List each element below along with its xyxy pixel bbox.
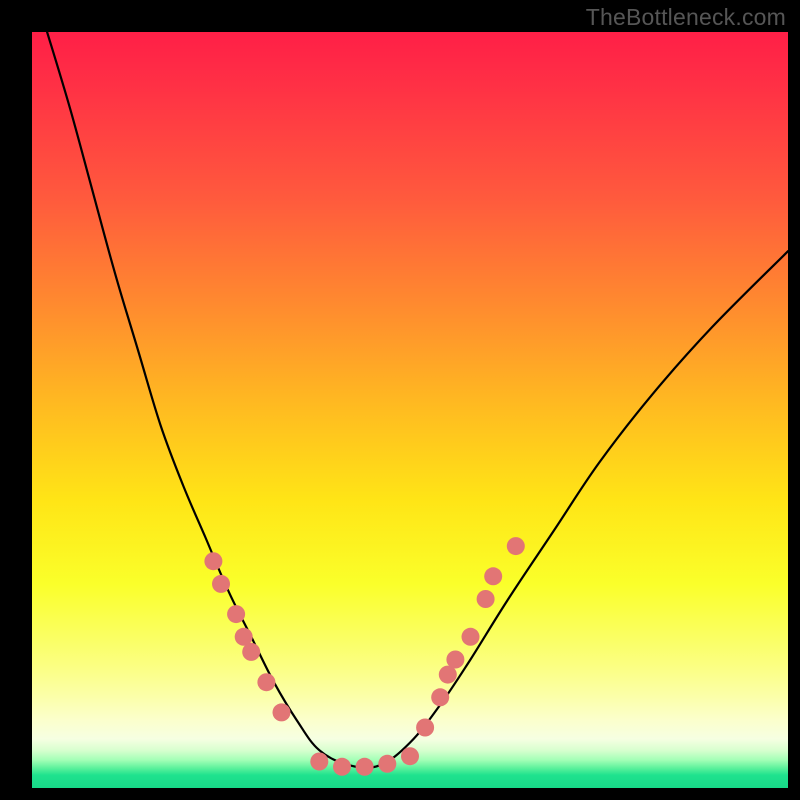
data-marker	[378, 755, 396, 773]
data-marker	[257, 673, 275, 691]
data-marker	[310, 753, 328, 771]
data-marker	[356, 758, 374, 776]
bottleneck-curve	[47, 32, 788, 768]
data-marker	[477, 590, 495, 608]
data-marker	[507, 537, 525, 555]
data-marker	[227, 605, 245, 623]
data-marker	[484, 567, 502, 585]
chart-overlay	[32, 32, 788, 788]
chart-container: TheBottleneck.com	[0, 0, 800, 800]
data-marker	[401, 747, 419, 765]
plot-area	[32, 32, 788, 788]
data-marker	[431, 688, 449, 706]
data-marker	[273, 703, 291, 721]
watermark-text: TheBottleneck.com	[586, 4, 786, 31]
data-marker	[242, 643, 260, 661]
data-marker	[462, 628, 480, 646]
marker-group	[204, 537, 524, 776]
data-marker	[446, 651, 464, 669]
data-marker	[416, 719, 434, 737]
data-marker	[204, 552, 222, 570]
data-marker	[212, 575, 230, 593]
data-marker	[333, 758, 351, 776]
